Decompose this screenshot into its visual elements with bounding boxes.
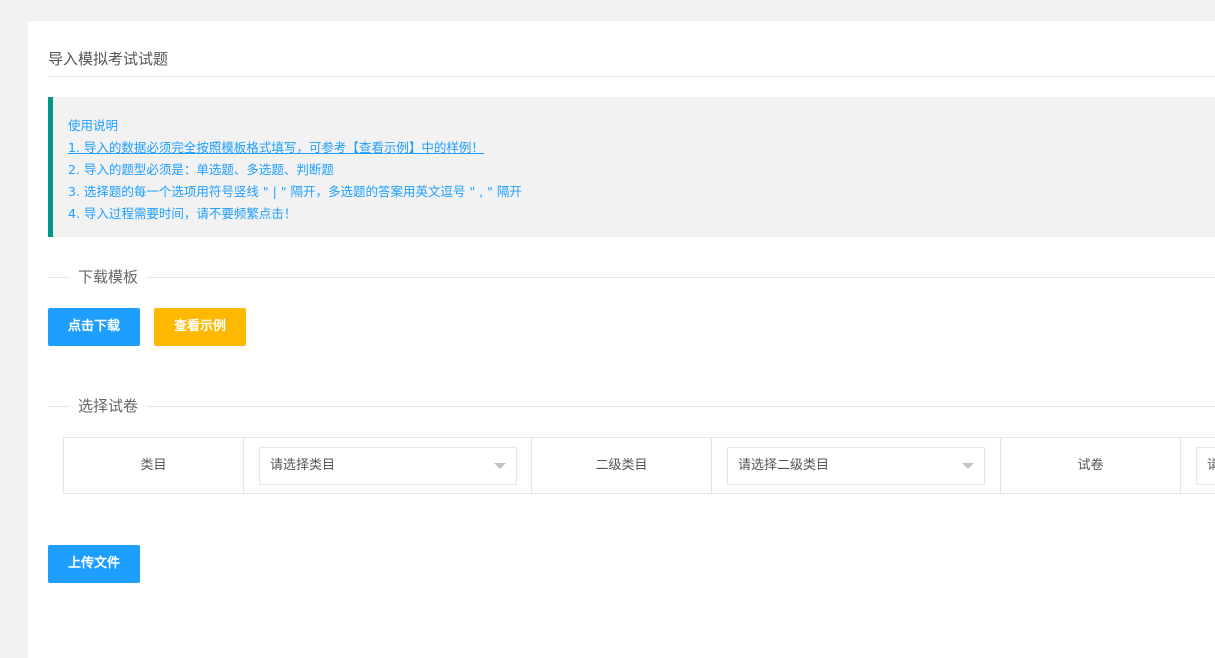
category-label-cell: 类目 xyxy=(64,438,244,493)
chevron-down-icon xyxy=(494,463,506,469)
download-section-header: 下载模板 xyxy=(48,267,1215,287)
paper-section-header: 选择试卷 xyxy=(48,396,1215,416)
subcategory-label-cell: 二级类目 xyxy=(532,438,712,493)
instruction-item-2: 2. 导入的题型必须是：单选题、多选题、判断题 xyxy=(68,162,334,177)
download-template-button[interactable]: 点击下载 xyxy=(48,308,140,346)
download-section-title: 下载模板 xyxy=(70,267,147,287)
paper-label-cell: 试卷 xyxy=(1001,438,1181,493)
paper-section-title: 选择试卷 xyxy=(70,396,147,416)
view-example-button[interactable]: 查看示例 xyxy=(154,308,246,346)
page-title: 导入模拟考试试题 xyxy=(48,50,169,68)
main-card: 导入模拟考试试题 使用说明 1. 导入的数据必须完全按照模板格式填写，可参考【查… xyxy=(28,21,1215,658)
subcategory-select-cell: 请选择二级类目 xyxy=(712,438,1001,493)
chevron-down-icon xyxy=(962,463,974,469)
subcategory-select[interactable]: 请选择二级类目 xyxy=(727,447,985,485)
instructions-box: 使用说明 1. 导入的数据必须完全按照模板格式填写，可参考【查看示例】中的样例！… xyxy=(48,97,1215,237)
instruction-item-4: 4. 导入过程需要时间，请不要频繁点击！ xyxy=(68,206,297,221)
category-select-value: 请选择类目 xyxy=(270,458,336,473)
paper-select-cell: 请 xyxy=(1181,438,1215,493)
category-label: 类目 xyxy=(140,458,167,473)
instruction-item-1[interactable]: 1. 导入的数据必须完全按照模板格式填写，可参考【查看示例】中的样例！ xyxy=(68,137,484,156)
title-divider xyxy=(48,76,1215,77)
section-divider xyxy=(48,406,1215,407)
subcategory-label: 二级类目 xyxy=(595,458,648,473)
instructions-heading: 使用说明 xyxy=(68,118,119,133)
category-select[interactable]: 请选择类目 xyxy=(259,447,517,485)
category-select-cell: 请选择类目 xyxy=(244,438,532,493)
paper-select-value: 请 xyxy=(1207,458,1215,473)
paper-label: 试卷 xyxy=(1077,458,1104,473)
paper-select[interactable]: 请 xyxy=(1196,447,1215,485)
subcategory-select-value: 请选择二级类目 xyxy=(738,458,830,473)
instruction-item-3: 3. 选择题的每一个选项用符号竖线 " | " 隔开，多选题的答案用英文逗号 "… xyxy=(68,184,522,199)
upload-file-button[interactable]: 上传文件 xyxy=(48,545,140,583)
section-divider xyxy=(48,277,1215,278)
paper-select-table: 类目 请选择类目 二级类目 请选择二级类目 试卷 请 xyxy=(63,437,1215,494)
